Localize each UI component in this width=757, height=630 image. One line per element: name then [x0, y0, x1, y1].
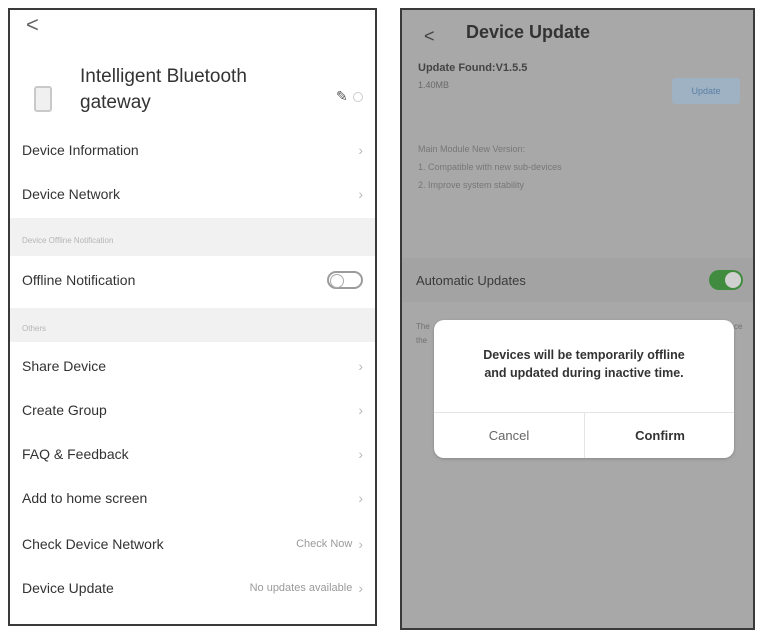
row-label: Create Group [22, 402, 107, 418]
row-offline-notification: Offline Notification [10, 258, 375, 302]
device-update-screen: < Device Update Update Found:V1.5.5 1.40… [400, 8, 755, 630]
automatic-updates-toggle[interactable] [709, 270, 743, 290]
confirm-button[interactable]: Confirm [585, 412, 734, 458]
device-header: Intelligent Bluetooth gateway ✎ [10, 54, 375, 134]
row-device-update[interactable]: Device Update No updates available › [10, 566, 375, 610]
row-create-group[interactable]: Create Group › [10, 388, 375, 432]
update-found-text: Update Found:V1.5.5 [418, 62, 528, 74]
update-size: 1.40MB [418, 80, 450, 90]
device-settings-screen: < Intelligent Bluetooth gateway ✎ Device… [8, 8, 377, 626]
row-label: Add to home screen [22, 490, 148, 506]
dialog-message-line: Devices will be temporarily offline [483, 348, 685, 362]
chevron-right-icon: › [358, 536, 363, 552]
chevron-right-icon: › [358, 446, 363, 462]
row-label: Offline Notification [22, 272, 136, 288]
offline-notification-toggle[interactable] [327, 271, 363, 289]
row-check-device-network[interactable]: Check Device Network Check Now › [10, 522, 375, 566]
release-notes: Main Module New Version: 1. Compatible w… [418, 140, 562, 194]
release-note-line: 1. Compatible with new sub-devices [418, 162, 562, 172]
edit-icon[interactable]: ✎ [336, 88, 348, 105]
chevron-right-icon: › [358, 142, 363, 158]
row-label: Share Device [22, 358, 107, 374]
row-label: Device Network [22, 186, 121, 202]
edit-indicator-icon [353, 92, 363, 102]
row-label: Check Device Network [22, 536, 164, 552]
row-add-to-home-screen[interactable]: Add to home screen › [10, 476, 375, 520]
row-label: Device Information [22, 142, 139, 158]
chevron-right-icon: › [358, 580, 363, 596]
obscured-description-text: The [416, 322, 430, 331]
row-device-network[interactable]: Device Network › [10, 172, 375, 216]
obscured-description-text: ce [734, 322, 743, 331]
chevron-right-icon: › [358, 402, 363, 418]
row-value: No updates available [249, 582, 353, 594]
back-icon[interactable]: < [26, 14, 39, 36]
row-label: FAQ & Feedback [22, 446, 129, 462]
device-name: Intelligent Bluetooth gateway [80, 66, 247, 113]
back-icon[interactable]: < [424, 26, 435, 47]
row-label: Automatic Updates [416, 272, 526, 288]
section-header-offline: Device Offline Notification [10, 218, 375, 256]
update-button[interactable]: Update [672, 78, 740, 104]
dialog-message: Devices will be temporarily offline and … [434, 346, 734, 382]
chevron-right-icon: › [358, 358, 363, 374]
release-note-line: Main Module New Version: [418, 144, 526, 154]
row-automatic-updates: Automatic Updates [402, 258, 753, 302]
section-header-others: Others [10, 308, 375, 342]
row-label: Device Update [22, 580, 114, 596]
row-share-device[interactable]: Share Device › [10, 344, 375, 388]
page-title: Device Update [466, 22, 591, 42]
row-faq-feedback[interactable]: FAQ & Feedback › [10, 432, 375, 476]
release-note-line: 2. Improve system stability [418, 180, 525, 190]
confirm-dialog: Devices will be temporarily offline and … [434, 320, 734, 458]
chevron-right-icon: › [358, 186, 363, 202]
chevron-right-icon: › [358, 490, 363, 506]
row-value: Check Now [296, 538, 353, 550]
row-device-information[interactable]: Device Information › [10, 128, 375, 172]
device-icon [34, 86, 52, 112]
dialog-message-line: and updated during inactive time. [484, 366, 684, 380]
cancel-button[interactable]: Cancel [434, 412, 584, 458]
obscured-description-text: the [416, 336, 428, 345]
